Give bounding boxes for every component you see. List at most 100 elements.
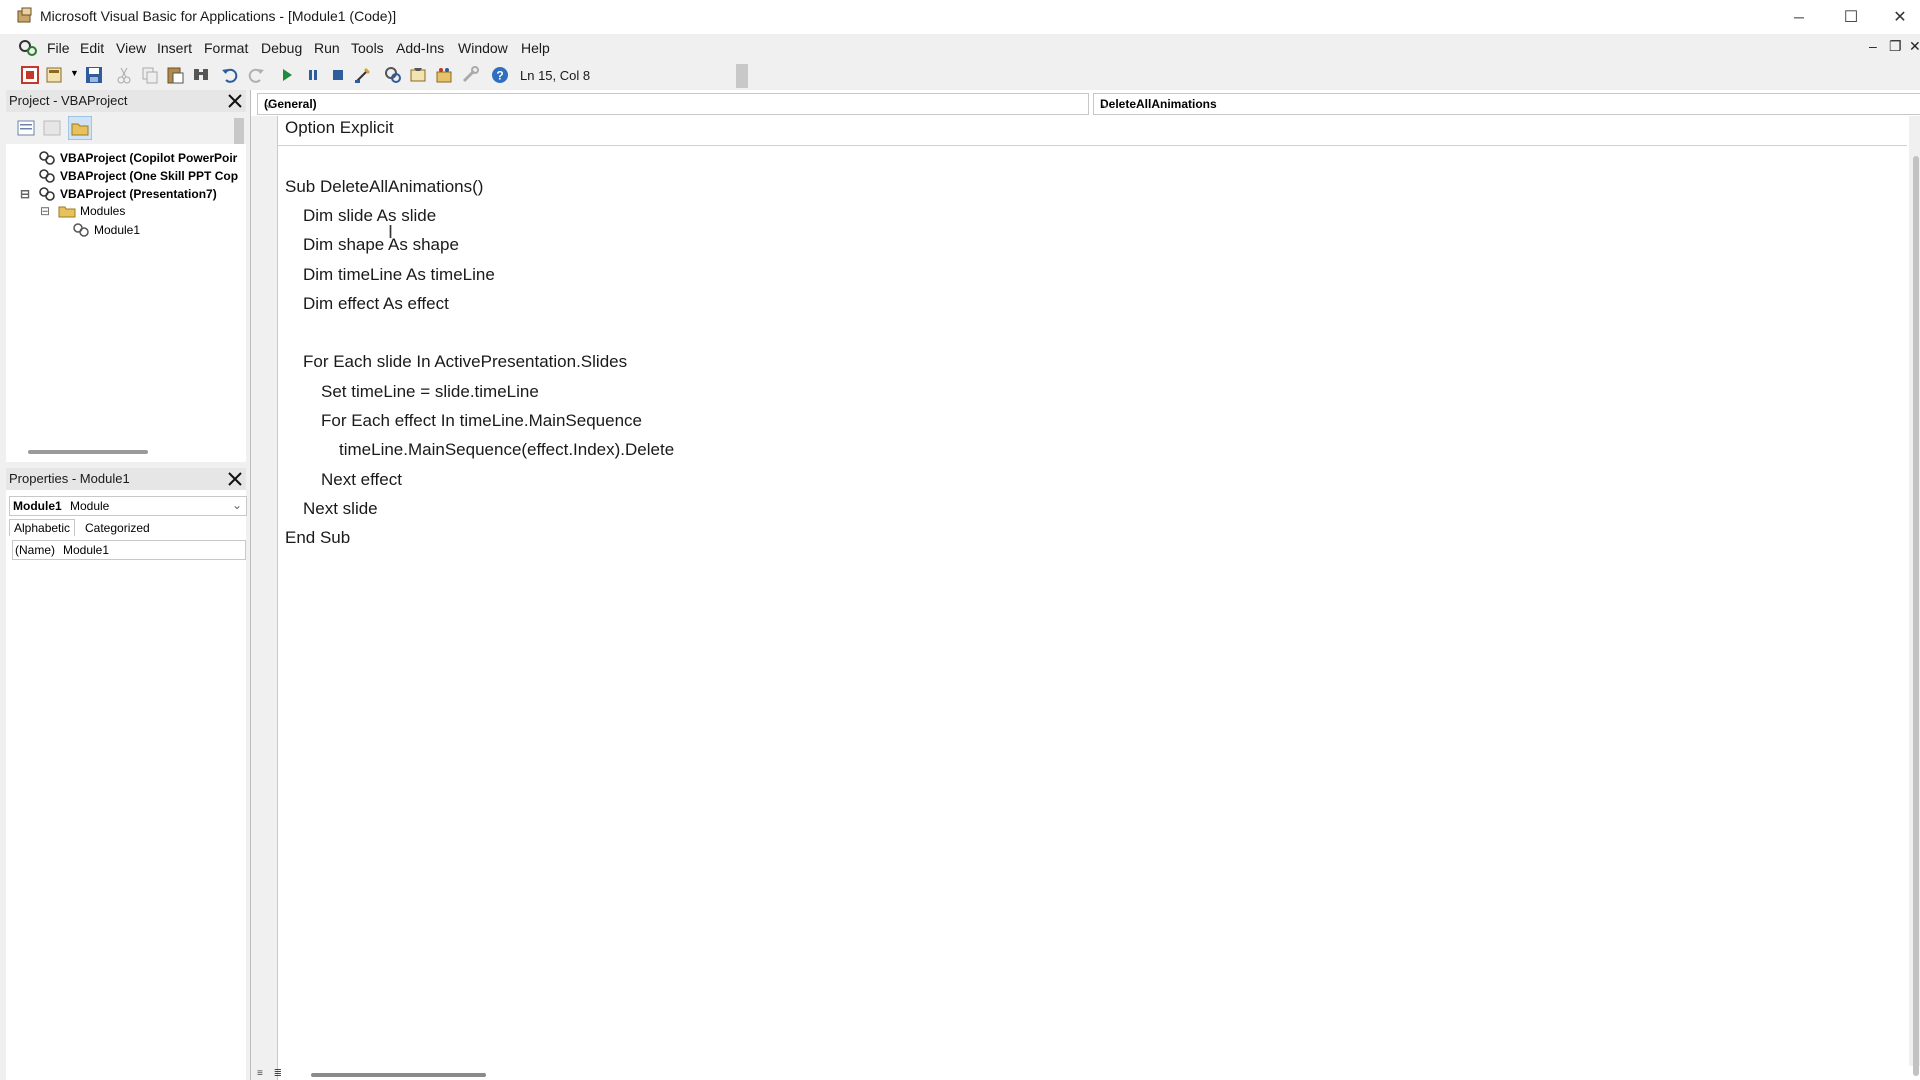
toolbar-grip[interactable] bbox=[736, 64, 748, 88]
copy-icon[interactable] bbox=[140, 65, 160, 85]
code-line[interactable]: timeLine.MainSequence(effect.Index).Dele… bbox=[339, 440, 674, 460]
minimize-button[interactable]: ─ bbox=[1776, 0, 1822, 34]
menu-debug[interactable]: Debug bbox=[261, 40, 302, 56]
code-line[interactable]: Option Explicit bbox=[285, 118, 394, 138]
menu-insert[interactable]: Insert bbox=[157, 40, 192, 56]
close-icon[interactable] bbox=[226, 92, 244, 110]
mdi-close-icon[interactable]: ✕ bbox=[1909, 38, 1920, 55]
horizontal-scrollbar[interactable] bbox=[28, 450, 148, 454]
tree-item-label: VBAProject (Presentation7) bbox=[60, 187, 217, 201]
folder-icon bbox=[58, 206, 76, 218]
property-value[interactable]: Module1 bbox=[63, 543, 109, 557]
break-icon[interactable] bbox=[303, 65, 323, 85]
menu-help[interactable]: Help bbox=[521, 40, 550, 56]
view-buttons: ≡ ≣ bbox=[257, 1068, 282, 1079]
code-line[interactable]: Dim shape As shape bbox=[303, 235, 459, 255]
close-button[interactable]: ✕ bbox=[1880, 0, 1920, 34]
code-line[interactable]: Next slide bbox=[303, 499, 378, 519]
vbaproject-icon bbox=[39, 151, 55, 165]
mdi-restore-icon[interactable]: ❐ bbox=[1889, 38, 1902, 55]
menu-format[interactable]: Format bbox=[204, 40, 248, 56]
chevron-down-icon: ⌄ bbox=[1100, 97, 1111, 111]
menu-view[interactable]: View bbox=[116, 40, 146, 56]
code-line[interactable]: Dim effect As effect bbox=[303, 294, 449, 314]
chevron-down-icon: ⌄ bbox=[264, 97, 275, 111]
view-object-icon[interactable] bbox=[42, 118, 62, 138]
standard-toolbar: ▼ ? Ln 15, Col 8 bbox=[0, 62, 750, 90]
code-line[interactable]: Set timeLine = slide.timeLine bbox=[321, 382, 539, 402]
design-mode-icon[interactable] bbox=[353, 65, 373, 85]
chevron-down-icon[interactable]: ▼ bbox=[70, 68, 79, 78]
project-panel-header: Project - VBAProject bbox=[6, 90, 246, 112]
code-line[interactable]: Next effect bbox=[321, 470, 402, 490]
vertical-scrollbar[interactable] bbox=[1909, 116, 1920, 1076]
tab-categorized[interactable]: Categorized bbox=[81, 520, 154, 536]
object-browser-icon[interactable] bbox=[434, 65, 454, 85]
code-line[interactable]: For Each slide In ActivePresentation.Sli… bbox=[303, 352, 627, 372]
undo-icon[interactable] bbox=[220, 65, 240, 85]
properties-icon[interactable] bbox=[408, 65, 428, 85]
close-icon: ✕ bbox=[1893, 9, 1907, 26]
toolbox-icon[interactable] bbox=[460, 65, 480, 85]
procedure-view-icon[interactable]: ≡ bbox=[257, 1068, 263, 1079]
tab-alphabetic[interactable]: Alphabetic bbox=[9, 519, 76, 536]
code-window: (General) ⌄ DeleteAllAnimations ⌄ Option… bbox=[250, 90, 1920, 1080]
title-bar: Microsoft Visual Basic for Applications … bbox=[0, 0, 1920, 34]
object-selector[interactable]: Module1 Module ⌄ bbox=[9, 496, 247, 516]
tree-item-modules[interactable]: ⊟ Modules bbox=[40, 204, 125, 218]
object-combo[interactable]: (General) ⌄ bbox=[257, 93, 1089, 115]
collapse-icon[interactable]: ⊟ bbox=[40, 204, 54, 218]
vertical-scroll-thumb[interactable] bbox=[1913, 156, 1919, 1076]
minimize-icon: ─ bbox=[1794, 9, 1804, 25]
find-icon[interactable] bbox=[191, 65, 211, 85]
properties-panel: Properties - Module1 Module1 Module ⌄ Al… bbox=[6, 468, 247, 1080]
panel-toolbar-grip[interactable] bbox=[234, 118, 244, 144]
vba-project-icon[interactable] bbox=[18, 38, 38, 58]
tree-item-label: VBAProject (One Skill PPT Cop bbox=[60, 169, 239, 183]
tree-item-vbaproject-presentation7[interactable]: ⊟ VBAProject (Presentation7) bbox=[20, 186, 217, 202]
collapse-icon[interactable]: ⊟ bbox=[20, 187, 34, 201]
tree-item-vbaproject-copilot[interactable]: VBAProject (Copilot PowerPoir bbox=[20, 150, 237, 166]
tree-item-vbaproject-one-skill[interactable]: VBAProject (One Skill PPT Cop bbox=[20, 168, 238, 184]
menu-edit[interactable]: Edit bbox=[80, 40, 104, 56]
chevron-down-icon: ⌄ bbox=[231, 498, 242, 512]
reset-icon[interactable] bbox=[328, 65, 348, 85]
project-explorer-icon[interactable] bbox=[383, 65, 403, 85]
toggle-folders-icon[interactable] bbox=[68, 116, 92, 140]
procedure-combo[interactable]: DeleteAllAnimations ⌄ bbox=[1093, 93, 1920, 115]
full-module-view-icon[interactable]: ≣ bbox=[274, 1068, 282, 1079]
view-code-icon[interactable] bbox=[16, 118, 36, 138]
menu-tools[interactable]: Tools bbox=[351, 40, 384, 56]
close-icon[interactable] bbox=[226, 470, 244, 488]
object-name: Module1 bbox=[13, 499, 62, 513]
help-icon[interactable]: ? bbox=[490, 65, 510, 85]
window-title: Microsoft Visual Basic for Applications … bbox=[40, 8, 397, 24]
tree-item-module1[interactable]: Module1 bbox=[72, 222, 140, 238]
mdi-minimize-icon[interactable]: ‒ bbox=[1869, 38, 1877, 54]
code-line[interactable]: For Each effect In timeLine.MainSequence bbox=[321, 411, 642, 431]
run-icon[interactable] bbox=[277, 65, 297, 85]
code-margin[interactable] bbox=[251, 116, 278, 1080]
code-line[interactable]: End Sub bbox=[285, 528, 350, 548]
insert-module-icon[interactable] bbox=[45, 65, 65, 85]
code-line[interactable]: Dim slide As slide bbox=[303, 206, 436, 226]
maximize-icon: ☐ bbox=[1843, 9, 1859, 26]
menu-file[interactable]: File bbox=[47, 40, 70, 56]
tree-item-label: Modules bbox=[80, 204, 126, 218]
maximize-button[interactable]: ☐ bbox=[1828, 0, 1874, 34]
code-line[interactable]: Dim timeLine As timeLine bbox=[303, 265, 495, 285]
redo-icon[interactable] bbox=[246, 65, 266, 85]
module-icon bbox=[73, 223, 89, 237]
vbaproject-icon bbox=[39, 169, 55, 183]
project-explorer-panel: Project - VBAProject VBAProject (Copilot… bbox=[6, 90, 246, 462]
horizontal-scroll-thumb[interactable] bbox=[311, 1073, 486, 1077]
menu-run[interactable]: Run bbox=[314, 40, 340, 56]
property-row-name[interactable]: (Name) Module1 bbox=[12, 540, 246, 560]
save-icon[interactable] bbox=[84, 65, 104, 85]
menu-add-ins[interactable]: Add-Ins bbox=[396, 40, 444, 56]
view-host-icon[interactable] bbox=[20, 65, 40, 85]
paste-icon[interactable] bbox=[165, 65, 185, 85]
code-line[interactable]: Sub DeleteAllAnimations() bbox=[285, 177, 483, 197]
cut-icon[interactable] bbox=[114, 65, 134, 85]
menu-window[interactable]: Window bbox=[458, 40, 508, 56]
